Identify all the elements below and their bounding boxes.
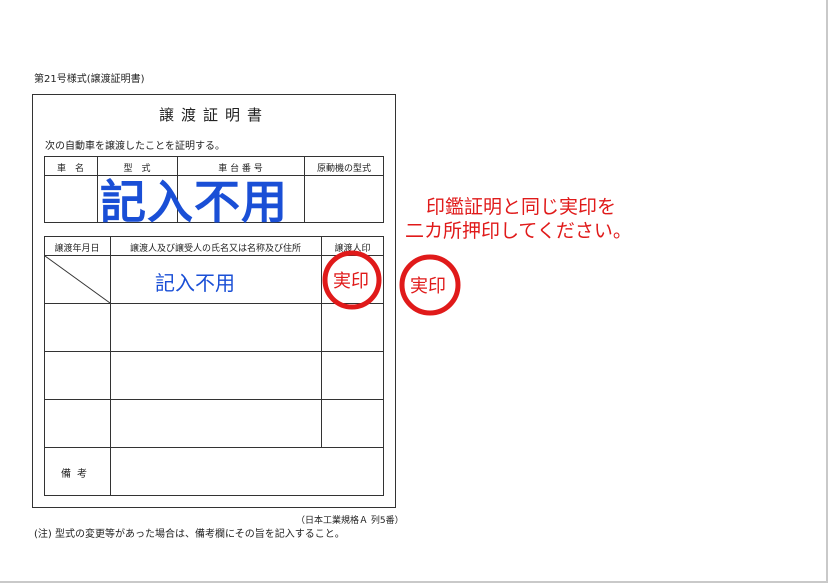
no-fill-annotation-large: 記入不用 [100, 175, 288, 229]
diagonal-line [44, 255, 111, 304]
instruction-line-2: 二カ所押印してください。 [405, 220, 632, 242]
seal-label-1: 実印 [333, 271, 369, 292]
seal-label-2: 実印 [410, 276, 446, 297]
no-fill-annotation-small: 記入不用 [155, 271, 235, 295]
footnote: (注) 型式の変更等があった場合は、備考欄にその旨を記入すること。 [34, 529, 345, 540]
remarks-label: 備考 [61, 469, 93, 480]
instruction-line-1: 印鑑証明と同じ実印を [426, 196, 617, 218]
